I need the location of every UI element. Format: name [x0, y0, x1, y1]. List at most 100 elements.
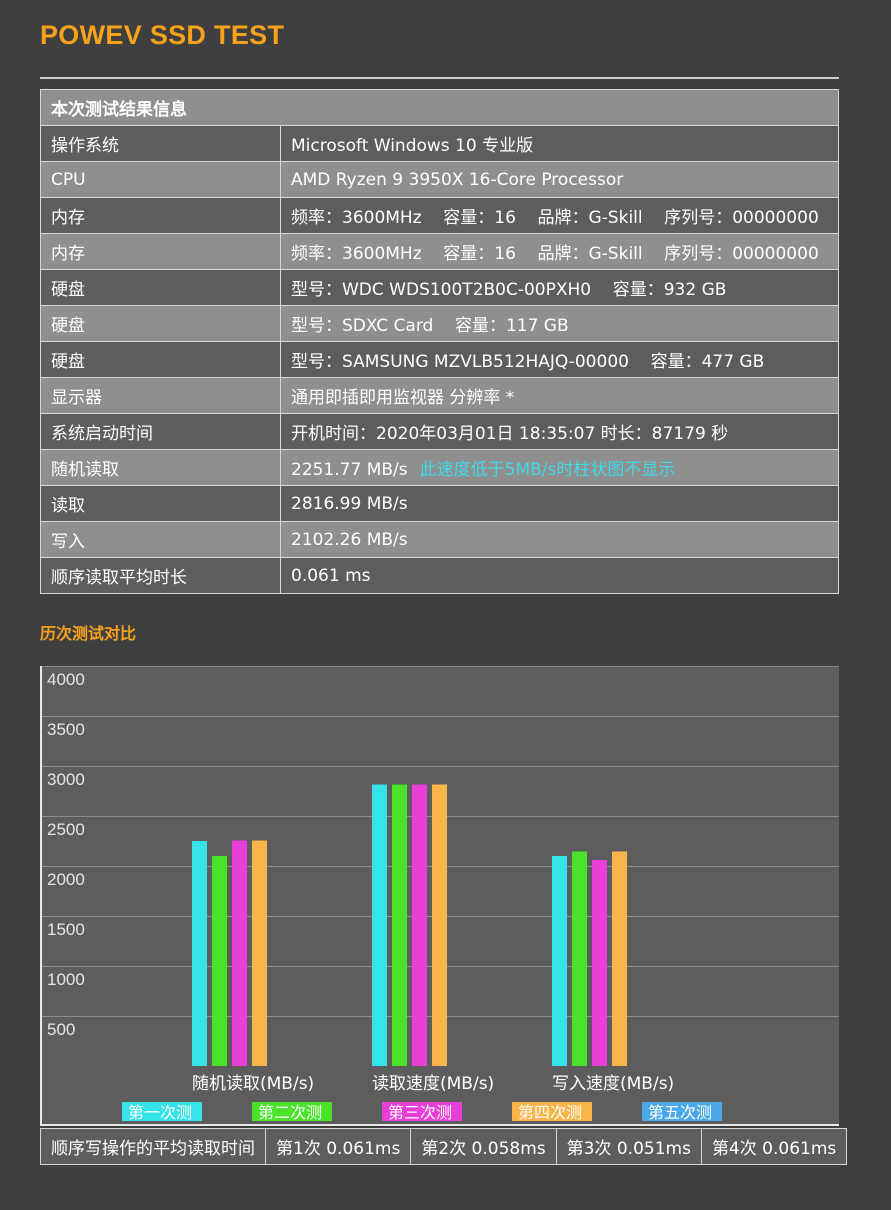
row-key: 系统启动时间: [40, 413, 281, 450]
row-key: 随机读取: [40, 449, 281, 486]
row-key: 操作系统: [40, 125, 281, 162]
y-tick-label: 500: [47, 1020, 75, 1039]
table-row: 内存 频率：3600MHz 容量：16 品牌：G-Skill 序列号：000000…: [40, 233, 839, 270]
row-value-text: 型号：WDC WDS100T2B0C-00PXH0 容量：932 GB: [291, 280, 727, 300]
bar: [432, 784, 447, 1066]
table-row: 内存 频率：3600MHz 容量：16 品牌：G-Skill 序列号：000000…: [40, 197, 839, 234]
table-row: 随机读取 2251.77 MB/s 此速度低于5MB/s时柱状图不显示: [40, 449, 839, 486]
legend-label-wrap: 试: [154, 1123, 169, 1124]
bar: [252, 840, 267, 1066]
table-row: 显示器 通用即插即用监视器 分辨率 *: [40, 377, 839, 414]
legend-label: 第二次测: [258, 1103, 322, 1122]
row-value: 频率：3600MHz 容量：16 品牌：G-Skill 序列号：00000000: [280, 197, 839, 234]
row-value: 2102.26 MB/s: [280, 521, 839, 558]
bar: [232, 840, 247, 1066]
bar: [372, 784, 387, 1066]
y-tick-label: 4000: [47, 670, 85, 689]
row-key: 显示器: [40, 377, 281, 414]
x-category-label: 写入速度(MB/s): [552, 1074, 674, 1094]
row-key: 顺序读取平均时长: [40, 557, 281, 594]
y-tick-label: 3500: [47, 720, 85, 739]
table-row: 写入 2102.26 MB/s: [40, 521, 839, 558]
table-row: 顺序读取平均时长 0.061 ms: [40, 557, 839, 594]
row-value-text: 2251.77 MB/s: [291, 460, 408, 480]
title-divider: [40, 77, 839, 79]
row-value-text: 频率：3600MHz 容量：16 品牌：G-Skill 序列号：00000000: [291, 208, 819, 228]
row-value: 型号：SAMSUNG MZVLB512HAJQ-00000 容量：477 GB: [280, 341, 839, 378]
row-value-text: 2102.26 MB/s: [291, 529, 408, 550]
row-value: AMD Ryzen 9 3950X 16-Core Processor: [280, 161, 839, 198]
row-value: 型号：WDC WDS100T2B0C-00PXH0 容量：932 GB: [280, 269, 839, 306]
row-key: 硬盘: [40, 269, 281, 306]
bar: [212, 856, 227, 1066]
row-key: 硬盘: [40, 341, 281, 378]
row-value-text: 通用即插即用监视器 分辨率 *: [291, 388, 515, 408]
latency-row: 顺序写操作的平均读取时间 第1次 0.061ms 第2次 0.058ms 第3次 0…: [40, 1128, 848, 1165]
y-tick-label: 2500: [47, 820, 85, 839]
table-header-row: 本次测试结果信息: [40, 89, 839, 126]
row-key: 内存: [40, 197, 281, 234]
row-key: 硬盘: [40, 305, 281, 342]
legend-label-wrap: 试: [674, 1123, 689, 1124]
row-value-text: 频率：3600MHz 容量：16 品牌：G-Skill 序列号：00000000: [291, 244, 819, 264]
latency-value: 第3次 0.051ms: [555, 1128, 702, 1165]
y-tick-label: 3000: [47, 770, 85, 789]
y-tick-label: 1000: [47, 970, 85, 989]
y-tick-label: 1500: [47, 920, 85, 939]
row-value: 型号：SDXC Card 容量：117 GB: [280, 305, 839, 342]
bar: [392, 784, 407, 1066]
row-value-text: 2816.99 MB/s: [291, 493, 408, 514]
table-row: 硬盘 型号：WDC WDS100T2B0C-00PXH0 容量：932 GB: [40, 269, 839, 306]
legend-label: 第五次测: [648, 1103, 712, 1122]
table-row: CPU AMD Ryzen 9 3950X 16-Core Processor: [40, 161, 839, 198]
legend-label-wrap: 试: [544, 1123, 559, 1124]
row-value: 2251.77 MB/s 此速度低于5MB/s时柱状图不显示: [280, 449, 839, 486]
legend-label: 第四次测: [518, 1103, 582, 1122]
latency-value: 第4次 0.061ms: [700, 1128, 848, 1165]
table-row: 系统启动时间 开机时间：2020年03月01日 18:35:07 时长：87179…: [40, 413, 839, 450]
row-value: 通用即插即用监视器 分辨率 *: [280, 377, 839, 414]
table-row: 读取 2816.99 MB/s: [40, 485, 839, 522]
row-value: 2816.99 MB/s: [280, 485, 839, 522]
row-value: Microsoft Windows 10 专业版: [280, 125, 839, 162]
legend-label: 第一次测: [128, 1103, 192, 1122]
table-header: 本次测试结果信息: [40, 89, 839, 126]
legend-label-wrap: 试: [414, 1123, 429, 1124]
test-result-table: 本次测试结果信息 操作系统 Microsoft Windows 10 专业版 CPU…: [40, 89, 839, 594]
y-tick-label: 2000: [47, 870, 85, 889]
x-category-label: 读取速度(MB/s): [372, 1074, 494, 1094]
row-value: 0.061 ms: [280, 557, 839, 594]
table-row: 硬盘 型号：SAMSUNG MZVLB512HAJQ-00000 容量：477 G…: [40, 341, 839, 378]
bar: [612, 851, 627, 1066]
latency-value: 第2次 0.058ms: [410, 1128, 557, 1165]
table-row: 操作系统 Microsoft Windows 10 专业版: [40, 125, 839, 162]
table-row: 硬盘 型号：SDXC Card 容量：117 GB: [40, 305, 839, 342]
row-value-text: 型号：SDXC Card 容量：117 GB: [291, 316, 569, 336]
latency-table: 顺序写操作的平均读取时间 第1次 0.061ms 第2次 0.058ms 第3次 0…: [40, 1128, 848, 1165]
row-key: 读取: [40, 485, 281, 522]
chart-threshold-note: 此速度低于5MB/s时柱状图不显示: [419, 460, 676, 480]
row-value: 开机时间：2020年03月01日 18:35:07 时长：87179 秒: [280, 413, 839, 450]
chart-canvas: 4000 3500 3000 2500 2000 1500 1000 500 随机读取(MB/s…: [42, 666, 839, 1124]
app-title: POWEV SSD TEST: [40, 20, 285, 50]
bar: [412, 784, 427, 1066]
bar: [572, 851, 587, 1066]
row-key: 内存: [40, 233, 281, 270]
history-section-title: 历次测试对比: [40, 624, 137, 643]
row-key: CPU: [40, 161, 281, 198]
latency-label: 顺序写操作的平均读取时间: [40, 1128, 266, 1165]
legend-label: 第三次测: [388, 1103, 452, 1122]
x-category-label: 随机读取(MB/s): [192, 1074, 314, 1094]
bar: [592, 860, 607, 1066]
bar: [192, 841, 207, 1066]
row-value-text: AMD Ryzen 9 3950X 16-Core Processor: [291, 169, 624, 190]
history-bar-chart: 4000 3500 3000 2500 2000 1500 1000 500 随机读取(MB/s…: [40, 666, 839, 1126]
row-value-text: 型号：SAMSUNG MZVLB512HAJQ-00000 容量：477 GB: [291, 352, 765, 372]
row-value-text: 0.061 ms: [291, 565, 371, 586]
legend-label-wrap: 试: [284, 1123, 299, 1124]
row-value: 频率：3600MHz 容量：16 品牌：G-Skill 序列号：00000000: [280, 233, 839, 270]
bar: [552, 856, 567, 1066]
row-value-text: Microsoft Windows 10 专业版: [291, 136, 534, 156]
latency-value: 第1次 0.061ms: [264, 1128, 412, 1165]
row-key: 写入: [40, 521, 281, 558]
